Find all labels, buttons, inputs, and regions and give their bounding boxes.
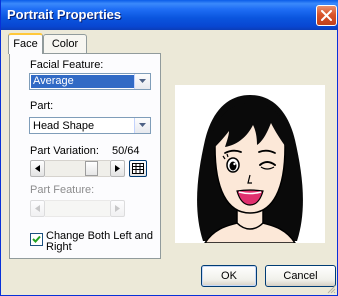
change-both-checkbox[interactable] — [30, 233, 43, 246]
variation-list-button[interactable] — [129, 160, 147, 177]
part-feature-right-button[interactable] — [110, 200, 125, 217]
part-feature-track[interactable] — [45, 200, 110, 217]
part-variation-right-button[interactable] — [110, 160, 125, 177]
window-title: Portrait Properties — [7, 7, 122, 22]
part-variation-left-button[interactable] — [30, 160, 45, 177]
facial-feature-select[interactable]: Average — [29, 73, 151, 90]
part-variation-thumb[interactable] — [85, 161, 98, 176]
arrow-left-icon — [35, 205, 40, 212]
resize-grip-icon[interactable] — [326, 284, 336, 294]
change-both-label-line2: Right — [46, 241, 72, 253]
part-dropdown-button[interactable] — [134, 118, 150, 133]
tab-face[interactable]: Face — [8, 33, 43, 54]
tab-color[interactable]: Color — [43, 34, 87, 53]
part-feature-label: Part Feature: — [30, 184, 95, 196]
check-icon — [32, 235, 41, 243]
chevron-down-icon — [139, 123, 146, 127]
part-variation-label: Part Variation: — [30, 145, 99, 157]
part-label: Part: — [30, 100, 54, 112]
ok-button[interactable]: OK — [201, 265, 257, 287]
facial-feature-dropdown-button[interactable] — [134, 74, 150, 89]
portrait-illustration — [197, 95, 303, 243]
close-x-icon — [321, 10, 332, 21]
title-bar[interactable]: Portrait Properties — [1, 0, 338, 30]
facial-feature-label: Facial Feature: — [30, 59, 104, 71]
part-variation-value: 50/64 — [112, 145, 140, 157]
part-variation-track[interactable] — [45, 160, 110, 177]
arrow-right-icon — [115, 205, 120, 212]
facial-feature-value: Average — [31, 75, 139, 88]
arrow-right-icon — [115, 165, 120, 172]
change-both-label: Change Both Left and Right — [46, 231, 153, 253]
part-select[interactable]: Head Shape — [29, 117, 151, 134]
portrait-preview — [175, 85, 325, 243]
part-value: Head Shape — [33, 120, 95, 132]
chevron-down-icon — [139, 79, 146, 83]
close-button[interactable] — [316, 5, 337, 26]
arrow-left-icon — [35, 165, 40, 172]
part-feature-left-button[interactable] — [30, 200, 45, 217]
grid-icon — [132, 163, 144, 174]
portrait-properties-dialog: Portrait Properties Face Color Facial Fe… — [0, 0, 338, 296]
